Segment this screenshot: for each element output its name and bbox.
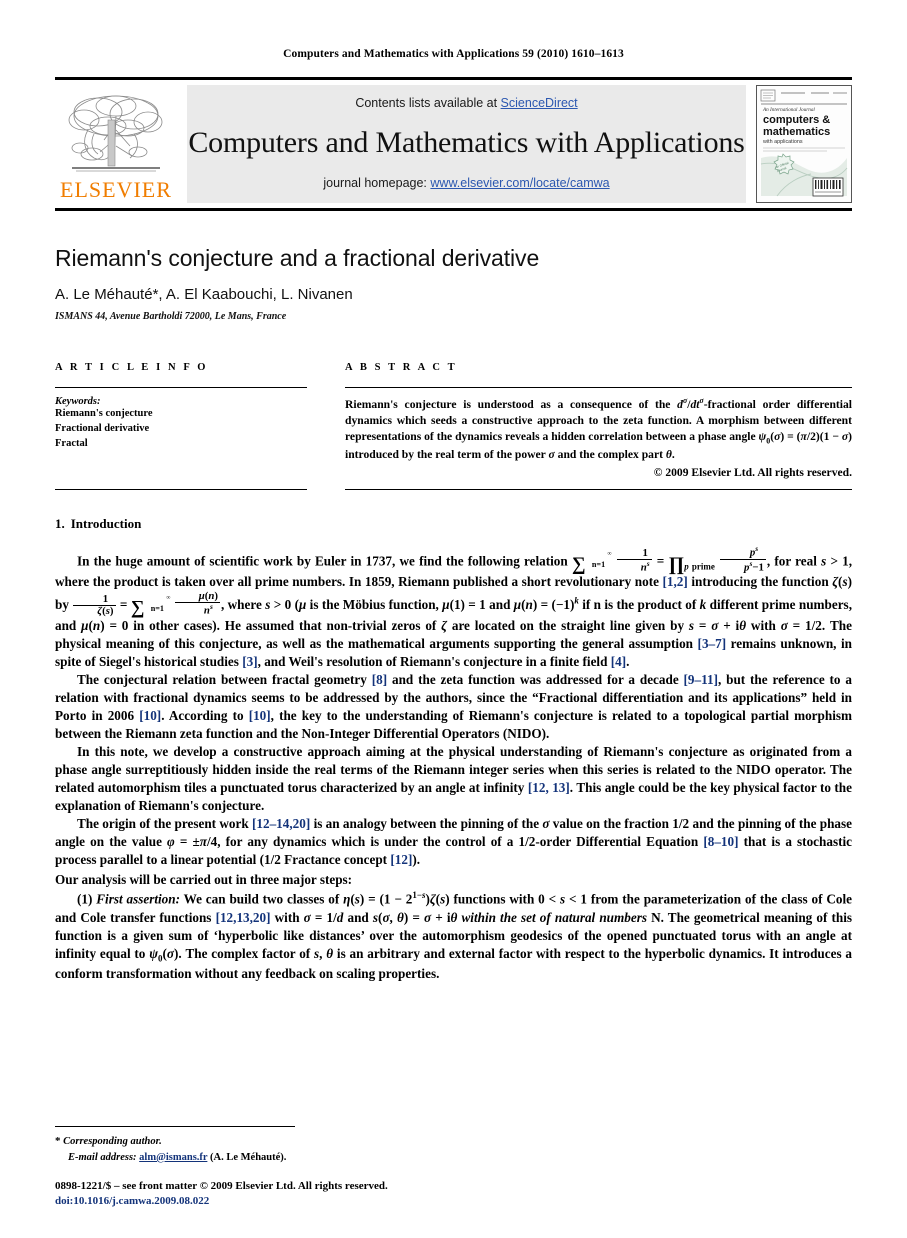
keywords-label: Keywords:: [55, 396, 101, 407]
citation-ref[interactable]: [9–11]: [684, 672, 718, 687]
citation-ref[interactable]: [10]: [249, 708, 271, 723]
svg-text:An International Journal: An International Journal: [762, 107, 815, 113]
keyword-item: Fractal: [55, 437, 88, 449]
abstract-column: A B S T R A C T Riemann's conjecture is …: [345, 362, 852, 479]
abstract-copyright: © 2009 Elsevier Ltd. All rights reserved…: [653, 466, 852, 479]
paragraph-intro-1: In the huge amount of scientific work by…: [55, 544, 853, 669]
article-info-heading: A R T I C L E I N F O: [55, 362, 209, 373]
contents-available-line: Contents lists available at ScienceDirec…: [355, 96, 577, 110]
elsevier-tree-icon: [68, 95, 163, 172]
page-title: Riemann's conjecture and a fractional de…: [55, 245, 540, 271]
abstract-bottom-rule: [345, 489, 852, 490]
journal-title: Computers and Mathematics with Applicati…: [188, 126, 745, 159]
article-info-rule: [55, 387, 307, 388]
section-number: 1.: [55, 516, 65, 531]
affiliation: ISMANS 44, Avenue Bartholdi 72000, Le Ma…: [55, 311, 287, 322]
corresponding-author-text: Corresponding author.: [63, 1135, 162, 1147]
citation-ref[interactable]: [10]: [139, 708, 161, 723]
cover-artwork: An International Journal computers & mat…: [757, 86, 851, 202]
email-link[interactable]: alm@ismans.fr: [139, 1152, 207, 1163]
footnote-rule: [55, 1125, 295, 1127]
keyword-item: Riemann's conjecture: [55, 408, 153, 419]
title-block: Riemann's conjecture and a fractional de…: [55, 245, 852, 322]
keyword-item: Fractional derivative: [55, 422, 150, 434]
article-info-column: A R T I C L E I N F O Keywords: Riemann'…: [55, 362, 307, 479]
journal-banner: Contents lists available at ScienceDirec…: [187, 85, 746, 203]
paragraph-intro-2: The conjectural relation between fractal…: [55, 672, 852, 742]
section-title: Introduction: [70, 516, 142, 531]
footnote-corresponding-author: * Corresponding author. E-mail address: …: [55, 1134, 852, 1165]
abstract-rule: [345, 387, 852, 388]
citation-ref[interactable]: [4]: [611, 654, 626, 669]
citation-ref[interactable]: [3–7]: [698, 636, 727, 651]
paragraph-intro-3: In this note, we develop a constructive …: [55, 744, 852, 814]
masthead-bottom-rule: [55, 208, 852, 211]
paragraph-intro-4: The origin of the present work [12–14,20…: [55, 816, 852, 868]
steps-lead-line: Our analysis will be carried out in thre…: [55, 872, 353, 888]
running-head: Computers and Mathematics with Applicati…: [283, 48, 624, 60]
email-owner: (A. Le Méhauté).: [210, 1151, 287, 1163]
citation-ref[interactable]: [8–10]: [703, 834, 738, 849]
section-divider-row: [55, 489, 852, 490]
doi-line[interactable]: doi:10.1016/j.camwa.2009.08.022: [55, 1194, 852, 1210]
email-label: E-mail address:: [68, 1151, 137, 1163]
homepage-prefix: journal homepage:: [323, 176, 431, 190]
journal-cover-thumbnail: An International Journal computers & mat…: [756, 85, 852, 203]
citation-ref[interactable]: [12–14,20]: [252, 816, 310, 831]
issn-copyright-block: 0898-1221/$ – see front matter © 2009 El…: [55, 1179, 852, 1210]
elsevier-logo: ELSEVIER: [55, 85, 177, 203]
author-list: A. Le Méhauté*, A. El Kaabouchi, L. Niva…: [55, 286, 353, 303]
elsevier-wordmark: ELSEVIER: [60, 177, 172, 202]
citation-ref[interactable]: [3]: [242, 654, 257, 669]
asterisk-icon: *: [55, 1134, 61, 1147]
page-footer: * Corresponding author. E-mail address: …: [55, 1125, 852, 1210]
citation-ref[interactable]: [12]: [390, 852, 412, 867]
journal-homepage-line: journal homepage: www.elsevier.com/locat…: [323, 176, 609, 190]
contents-prefix: Contents lists available at: [355, 96, 501, 110]
article-page: Computers and Mathematics with Applicati…: [0, 0, 907, 1238]
svg-text:computers &: computers &: [763, 114, 830, 126]
section-heading-introduction: 1. Introduction: [55, 516, 852, 532]
svg-text:mathematics: mathematics: [763, 126, 830, 138]
abstract-text: Riemann's conjecture is understood as a …: [345, 396, 852, 462]
journal-masthead: ELSEVIER Contents lists available at Sci…: [55, 85, 852, 203]
info-bottom-rule: [55, 489, 307, 490]
citation-ref[interactable]: [8]: [372, 672, 387, 687]
abstract-heading: A B S T R A C T: [345, 362, 458, 373]
issn-line: 0898-1221/$ – see front matter © 2009 El…: [55, 1179, 388, 1192]
sciencedirect-link[interactable]: ScienceDirect: [501, 96, 578, 110]
masthead-top-rule: [55, 77, 852, 80]
journal-homepage-link[interactable]: www.elsevier.com/locate/camwa: [430, 176, 609, 190]
svg-text:with applications: with applications: [762, 139, 803, 145]
citation-ref[interactable]: [12,13,20]: [216, 910, 271, 925]
paragraph-first-assertion: (1) First assertion: We can build two cl…: [55, 890, 853, 981]
info-abstract-region: A R T I C L E I N F O Keywords: Riemann'…: [55, 362, 852, 479]
email-line: E-mail address: alm@ismans.fr (A. Le Méh…: [55, 1150, 852, 1165]
citation-ref[interactable]: [1,2]: [663, 574, 688, 589]
citation-ref[interactable]: [12, 13]: [528, 780, 570, 795]
